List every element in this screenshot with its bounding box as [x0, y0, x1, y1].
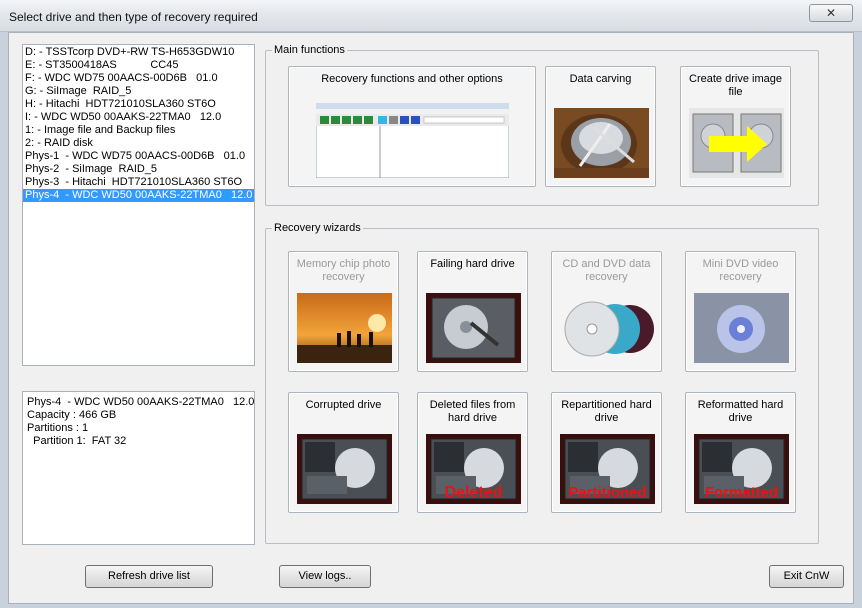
close-icon: ✕: [825, 6, 837, 20]
reformatted-drive-label: Reformatted hard drive: [697, 399, 784, 424]
drive-info-line: Partitions : 1: [27, 422, 89, 434]
deleted-files-label: Deleted files from hard drive: [429, 399, 516, 424]
drive-list-item[interactable]: 2: - RAID disk: [23, 137, 254, 150]
memory-chip-recovery-tile[interactable]: Memory chip photo recovery: [288, 251, 399, 372]
recovery-wizards-group: Recovery wizards Memory chip photo recov…: [265, 222, 819, 544]
drive-list-item[interactable]: G: - SiImage RAID_5: [23, 85, 254, 98]
drive-image-picture: [689, 108, 784, 178]
deleted-overlay-text: Deleted: [444, 484, 503, 501]
main-functions-group: Main functions Recovery functions and ot…: [265, 44, 819, 206]
exit-button[interactable]: Exit CnW: [769, 565, 844, 588]
memory-chip-recovery-label: Memory chip photo recovery: [296, 258, 391, 283]
create-drive-image-label: Create drive image file: [689, 73, 782, 98]
drive-list-item[interactable]: F: - WDC WD75 00AACS-00D6B 01.0: [23, 72, 254, 85]
formatted-overlay-text: Formatted: [704, 484, 779, 501]
window-title: Select drive and then type of recovery r…: [9, 10, 258, 24]
mini-dvd-image: [694, 293, 789, 363]
mini-dvd-recovery-label: Mini DVD video recovery: [702, 258, 779, 283]
failing-hard-drive-tile[interactable]: Failing hard drive: [417, 251, 528, 372]
recovery-functions-label: Recovery functions and other options: [321, 73, 503, 85]
drive-list-item[interactable]: H: - Hitachi HDT721010SLA360 ST6O: [23, 98, 254, 111]
cd-discs-image: [560, 293, 655, 363]
hard-drive-photo-image: [426, 293, 521, 363]
drive-circuit-image: [297, 434, 392, 504]
drive-list-item[interactable]: Phys-2 - SiImage RAID_5: [23, 163, 254, 176]
corrupted-drive-label: Corrupted drive: [305, 399, 382, 411]
create-drive-image-tile[interactable]: Create drive image file: [680, 66, 791, 187]
drive-info-panel: Phys-4 - WDC WD50 00AAKS-22TMA0 12.0 Capa…: [22, 391, 255, 545]
repartitioned-drive-label: Repartitioned hard drive: [561, 399, 652, 424]
title-bar: Select drive and then type of recovery r…: [0, 0, 862, 32]
view-logs-button[interactable]: View logs..: [279, 565, 371, 588]
corrupted-drive-tile[interactable]: Corrupted drive: [288, 392, 399, 513]
data-carving-tile[interactable]: Data carving: [545, 66, 656, 187]
reformatted-drive-tile[interactable]: Reformatted hard drive Formatted: [685, 392, 796, 513]
drive-info-line: Capacity : 466 GB: [27, 409, 117, 421]
formatted-drive-image: Formatted: [694, 434, 789, 504]
drive-list-item[interactable]: D: - TSSTcorp DVD+-RW TS-H653GDW10: [23, 46, 254, 59]
close-button[interactable]: ✕: [809, 4, 853, 22]
dialog-body: D: - TSSTcorp DVD+-RW TS-H653GDW10 E: - S…: [8, 32, 854, 604]
drive-list-item[interactable]: 1: - Image file and Backup files: [23, 124, 254, 137]
repartitioned-drive-tile[interactable]: Repartitioned hard drive Partitioned: [551, 392, 662, 513]
drive-list-item[interactable]: Phys-1 - WDC WD75 00AACS-00D6B 01.0: [23, 150, 254, 163]
data-carving-label: Data carving: [569, 73, 632, 85]
failing-hard-drive-label: Failing hard drive: [430, 258, 515, 270]
refresh-drive-list-button[interactable]: Refresh drive list: [85, 565, 213, 588]
drive-list-item[interactable]: I: - WDC WD50 00AAKS-22TMA0 12.0: [23, 111, 254, 124]
sunset-photo-image: [297, 293, 392, 363]
cd-dvd-recovery-tile[interactable]: CD and DVD data recovery: [551, 251, 662, 372]
drive-list[interactable]: D: - TSSTcorp DVD+-RW TS-H653GDW10 E: - S…: [22, 44, 255, 366]
cd-dvd-recovery-label: CD and DVD data recovery: [562, 258, 651, 283]
deleted-files-tile[interactable]: Deleted files from hard drive Deleted: [417, 392, 528, 513]
partitioned-drive-image: Partitioned: [560, 434, 655, 504]
recovery-wizards-label: Recovery wizards: [272, 222, 363, 235]
drive-list-item[interactable]: Phys-4 - WDC WD50 00AAKS-22TMA0 12.0: [23, 189, 254, 202]
data-carving-image: [554, 108, 649, 178]
drive-list-item[interactable]: Phys-3 - Hitachi HDT721010SLA360 ST6O: [23, 176, 254, 189]
drive-info-line: Partition 1: FAT 32: [27, 435, 127, 447]
drive-info-line: Phys-4 - WDC WD50 00AAKS-22TMA0 12.0: [27, 396, 255, 408]
drive-list-item[interactable]: E: - ST3500418AS CC45: [23, 59, 254, 72]
recovery-functions-tile[interactable]: Recovery functions and other options: [288, 66, 536, 187]
deleted-drive-image: Deleted: [426, 434, 521, 504]
main-functions-label: Main functions: [272, 44, 347, 57]
app-screenshot-image: [316, 103, 509, 178]
mini-dvd-recovery-tile[interactable]: Mini DVD video recovery: [685, 251, 796, 372]
partitioned-overlay-text: Partitioned: [568, 484, 647, 501]
